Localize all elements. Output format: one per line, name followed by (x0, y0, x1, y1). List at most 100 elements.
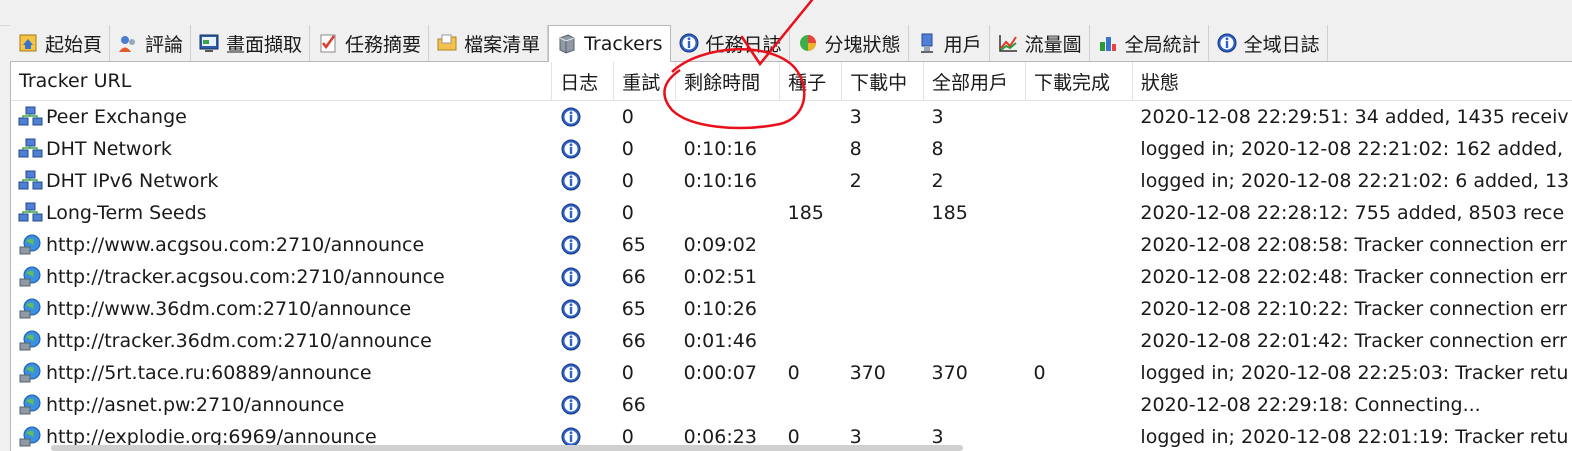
tab-11[interactable]: 全局統計 (1090, 25, 1209, 61)
column-header[interactable]: 下載中 (841, 62, 925, 101)
log-cell (552, 325, 614, 357)
info-icon[interactable] (560, 362, 582, 384)
tracker-url-cell: DHT Network (11, 133, 552, 165)
retry-cell: 0 (621, 170, 634, 192)
stats-icon (1097, 32, 1119, 54)
table-row[interactable]: Long-Term Seeds 0 185 185 2020-12-08 22:28:1… (11, 197, 1572, 229)
table-row[interactable]: Peer Exchange 0 3 3 2020-12-08 22:29:51: 34 … (11, 101, 1572, 134)
tab-6[interactable]: Trackers (548, 25, 671, 62)
tab-2[interactable]: 評論 (110, 25, 192, 61)
seeds-cell (780, 133, 842, 165)
tracker-url-cell: http://5rt.tace.ru:60889/announce (11, 357, 552, 389)
tab-label: 檔案清單 (464, 33, 541, 56)
info-icon[interactable] (560, 266, 582, 288)
table-row[interactable]: DHT IPv6 Network 0 0:10:16 2 2 logged in; 202… (11, 165, 1572, 197)
peers-cell (924, 389, 1026, 421)
seeds-cell: 185 (787, 202, 824, 224)
checklist-icon (317, 32, 339, 54)
tab-4[interactable]: 任務摘要 (310, 25, 430, 61)
info-icon[interactable] (560, 138, 582, 160)
peers-cell: 3 (931, 106, 944, 128)
log-cell (552, 261, 614, 293)
info-icon[interactable] (560, 202, 582, 224)
downloading-cell (842, 229, 924, 261)
peers-cell (924, 293, 1026, 325)
table-row[interactable]: http://tracker.acgsou.com:2710/announce 6… (11, 261, 1572, 293)
downloading-cell: 3 (849, 106, 862, 128)
completed-cell (1025, 133, 1132, 165)
seeds-cell (780, 229, 842, 261)
tab-label: 評論 (145, 33, 184, 56)
table-row[interactable]: http://asnet.pw:2710/announce 66 2020-12-0… (11, 389, 1572, 421)
tab-5[interactable]: 檔案清單 (429, 25, 549, 61)
network-icon (18, 201, 44, 225)
remaining-time-cell: 0:00:07 (683, 362, 757, 384)
completed-cell (1025, 325, 1132, 357)
comments-icon (117, 32, 139, 54)
retry-cell: 0 (621, 106, 634, 128)
globe-icon (18, 329, 44, 353)
tracker-server-icon (556, 33, 578, 55)
tracker-url-text: http://www.acgsou.com:2710/announce (46, 234, 425, 256)
tracker-url-text: http://asnet.pw:2710/announce (46, 394, 345, 416)
info-icon (678, 32, 700, 54)
column-header[interactable]: 下載完成 (1025, 62, 1133, 101)
column-header[interactable]: 種子 (779, 62, 843, 101)
log-cell (552, 229, 614, 261)
tab-label: 任務摘要 (345, 33, 422, 56)
table-row[interactable]: http://5rt.tace.ru:60889/announce 0 0:00:0… (11, 357, 1572, 389)
tab-3[interactable]: 畫面擷取 (191, 25, 311, 61)
seeds-cell (780, 389, 842, 421)
tab-9[interactable]: 用戶 (909, 25, 990, 61)
peers-cell: 8 (931, 138, 944, 160)
column-header[interactable]: 重試 (613, 62, 677, 101)
tab-12[interactable]: 全域日誌 (1209, 25, 1328, 61)
status-cell: 2020-12-08 22:10:22: Tracker connection … (1140, 298, 1567, 320)
tracker-url-cell: Long-Term Seeds (11, 197, 552, 229)
table-row[interactable]: DHT Network 0 0:10:16 8 8 logged in; 2020-12-… (11, 133, 1572, 165)
tracker-url-text: http://tracker.acgsou.com:2710/announce (46, 266, 445, 288)
trackers-panel: Tracker URL 日志 重試 剩餘時間 種子 下載中 全部用戶 下載完成 狀態 Peer … (10, 62, 1572, 451)
trackers-table: Tracker URL 日志 重試 剩餘時間 種子 下載中 全部用戶 下載完成 狀態 Peer … (11, 62, 1572, 451)
tracker-url-cell: http://tracker.36dm.com:2710/announce (11, 325, 552, 357)
info-icon[interactable] (560, 394, 582, 416)
status-cell: 2020-12-08 22:29:51: 34 added, 1435 rece… (1140, 106, 1569, 128)
tab-7[interactable]: 任務日誌 (671, 25, 790, 61)
tab-8[interactable]: 分塊狀態 (790, 25, 909, 61)
column-header[interactable]: 剩餘時間 (675, 62, 781, 101)
tab-label: Trackers (584, 33, 663, 55)
table-row[interactable]: http://tracker.36dm.com:2710/announce 66 0… (11, 325, 1572, 357)
completed-cell (1025, 389, 1132, 421)
tab-10[interactable]: 流量圖 (990, 25, 1090, 61)
tab-1[interactable]: 起始頁 (10, 25, 111, 61)
user-icon (916, 32, 938, 54)
globe-icon (18, 265, 44, 289)
retry-cell: 65 (621, 298, 646, 320)
seeds-cell (780, 293, 842, 325)
tracker-url-text: Long-Term Seeds (46, 202, 207, 224)
table-row[interactable]: http://www.acgsou.com:2710/announce 65 0:0… (11, 229, 1572, 261)
info-icon[interactable] (560, 234, 582, 256)
tracker-url-cell: http://www.36dm.com:2710/announce (11, 293, 552, 325)
info-icon[interactable] (560, 106, 582, 128)
downloading-cell (842, 293, 924, 325)
globe-icon (18, 233, 44, 257)
table-row[interactable]: http://www.36dm.com:2710/announce 65 0:10:… (11, 293, 1572, 325)
info-icon[interactable] (560, 330, 582, 352)
column-header[interactable]: 日志 (551, 62, 615, 101)
column-header[interactable]: Tracker URL (11, 62, 553, 101)
log-cell (552, 165, 614, 197)
globe-icon (18, 393, 44, 417)
horizontal-scrollbar[interactable] (51, 445, 963, 451)
globe-icon (18, 425, 44, 449)
peers-cell (924, 229, 1026, 261)
info-icon[interactable] (560, 170, 582, 192)
info-icon[interactable] (560, 298, 582, 320)
tab-label: 全局統計 (1124, 33, 1201, 56)
retry-cell: 0 (621, 138, 634, 160)
retry-cell: 0 (621, 202, 634, 224)
seeds-cell (780, 101, 842, 134)
column-header[interactable]: 狀態 (1132, 62, 1572, 101)
column-header[interactable]: 全部用戶 (923, 62, 1026, 101)
downloading-cell (842, 389, 924, 421)
